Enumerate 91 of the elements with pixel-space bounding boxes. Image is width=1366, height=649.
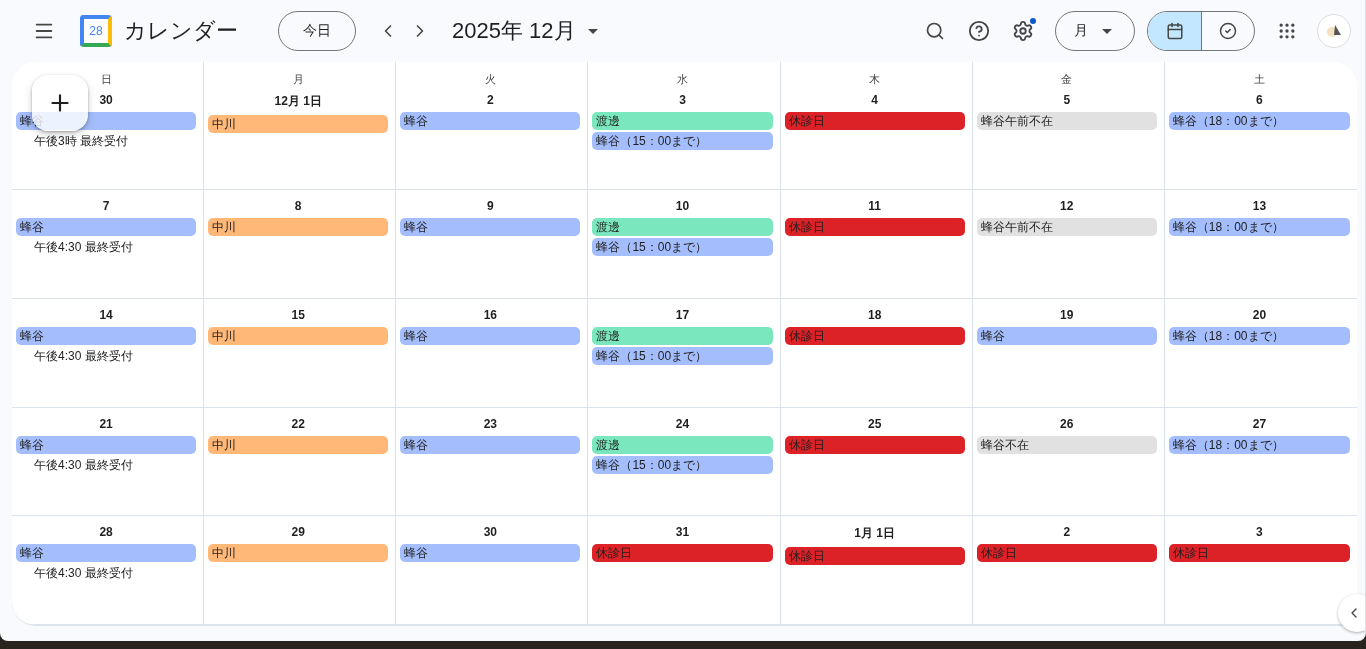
event-chip[interactable]: 蜂谷午前不在 bbox=[976, 112, 1157, 130]
event-chip[interactable]: 蜂谷（18：00まで） bbox=[1168, 326, 1350, 345]
create-button[interactable] bbox=[32, 75, 88, 131]
date-number[interactable]: 15 bbox=[291, 307, 305, 322]
date-number[interactable]: 14 bbox=[99, 307, 113, 322]
date-number[interactable]: 24 bbox=[675, 416, 690, 431]
event-note[interactable]: 午後4:30 最終受付 bbox=[16, 346, 197, 365]
view-toggle[interactable] bbox=[1148, 12, 1201, 50]
date-number[interactable]: 12 bbox=[1060, 199, 1074, 213]
event-chip[interactable]: 蜂谷（15：00まで） bbox=[592, 132, 773, 150]
date-number[interactable]: 25 bbox=[867, 416, 882, 431]
date-number[interactable]: 22 bbox=[291, 416, 305, 431]
date-number[interactable]: 30 bbox=[483, 525, 498, 540]
weekday-label: 木 bbox=[869, 72, 881, 87]
event-chip[interactable]: 中川 bbox=[208, 435, 389, 454]
event-note[interactable]: 午後4:30 最終受付 bbox=[16, 564, 197, 583]
weekday-label: 日 bbox=[100, 72, 112, 87]
event-chip[interactable]: 渡邊 bbox=[592, 435, 773, 454]
date-number[interactable]: 8 bbox=[294, 199, 302, 213]
date-number[interactable]: 19 bbox=[1060, 307, 1074, 322]
event-chip[interactable]: 中川 bbox=[208, 326, 389, 345]
avatar[interactable] bbox=[1317, 14, 1351, 48]
event-chip[interactable]: 蜂谷 bbox=[16, 544, 197, 563]
date-number[interactable]: 3 bbox=[1256, 525, 1263, 540]
search-icon bbox=[925, 21, 945, 41]
date-number[interactable]: 26 bbox=[1060, 416, 1074, 431]
apps-grid-icon bbox=[1277, 21, 1297, 41]
help-icon bbox=[968, 20, 990, 42]
date-number[interactable]: 5 bbox=[1063, 93, 1071, 107]
event-chip[interactable]: 蜂谷 bbox=[16, 218, 197, 236]
event-chip[interactable]: 蜂谷（18：00まで） bbox=[1168, 112, 1350, 130]
app-title: カレンダー bbox=[124, 17, 238, 45]
caret-icon bbox=[587, 28, 598, 34]
event-chip[interactable]: 蜂谷 bbox=[400, 218, 581, 236]
event-chip[interactable]: 蜂谷午前不在 bbox=[976, 218, 1157, 236]
period-selector[interactable]: 2025年 12月 bbox=[452, 16, 598, 46]
date-number[interactable]: 11 bbox=[868, 199, 881, 213]
event-chip[interactable]: 蜂谷 bbox=[400, 112, 581, 130]
event-chip[interactable]: 蜂谷（15：00まで） bbox=[592, 238, 773, 256]
date-number[interactable]: 28 bbox=[99, 525, 113, 540]
date-number[interactable]: 16 bbox=[483, 307, 498, 322]
weekday-label: 火 bbox=[484, 72, 496, 87]
date-number[interactable]: 4 bbox=[871, 93, 878, 107]
event-chip[interactable]: 蜂谷不在 bbox=[976, 435, 1157, 454]
weekday-label: 土 bbox=[1253, 72, 1265, 87]
date-number[interactable]: 20 bbox=[1252, 307, 1267, 322]
weekday-label: 水 bbox=[677, 72, 688, 87]
event-chip[interactable]: 蜂谷 bbox=[400, 435, 581, 454]
date-number[interactable]: 17 bbox=[675, 307, 690, 322]
event-chip[interactable]: 蜂谷 bbox=[16, 435, 197, 454]
event-chip[interactable]: 蜂谷（15：00まで） bbox=[592, 346, 773, 365]
date-number[interactable]: 3 bbox=[679, 93, 686, 107]
date-number[interactable]: 13 bbox=[1252, 199, 1267, 213]
date-number[interactable]: 1月 1日 bbox=[854, 525, 895, 543]
date-number[interactable]: 6 bbox=[1256, 93, 1263, 107]
date-number[interactable]: 21 bbox=[99, 416, 113, 431]
event-chip[interactable]: 蜂谷 bbox=[16, 326, 197, 345]
date-number[interactable]: 7 bbox=[102, 199, 110, 213]
weekday-label: 月 bbox=[292, 72, 304, 87]
date-number[interactable]: 18 bbox=[867, 307, 882, 322]
event-chip[interactable]: 渡邊 bbox=[592, 326, 773, 345]
event-note[interactable]: 午後4:30 最終受付 bbox=[16, 238, 197, 256]
date-number[interactable]: 27 bbox=[1252, 416, 1267, 431]
event-chip[interactable]: 蜂谷 bbox=[400, 326, 581, 345]
date-number[interactable]: 10 bbox=[675, 199, 690, 213]
calendar-icon bbox=[1165, 22, 1184, 40]
event-chip[interactable]: 中川 bbox=[208, 115, 389, 133]
event-chip[interactable]: 蜂谷 bbox=[976, 326, 1157, 345]
settings-icon bbox=[1012, 20, 1034, 42]
date-number[interactable]: 30 bbox=[99, 93, 113, 107]
date-number[interactable]: 2 bbox=[487, 93, 494, 107]
date-number[interactable]: 12月 1日 bbox=[274, 93, 322, 110]
event-chip[interactable]: 蜂谷（18：00まで） bbox=[1168, 218, 1350, 236]
date-number[interactable]: 23 bbox=[483, 416, 498, 431]
calendar-logo: 28 bbox=[80, 15, 112, 47]
event-chip[interactable]: 中川 bbox=[208, 218, 389, 236]
event-chip[interactable]: 蜂谷（18：00まで） bbox=[1168, 435, 1350, 454]
event-chip[interactable]: 蜂谷（15：00まで） bbox=[592, 455, 773, 474]
weekday-label: 金 bbox=[1061, 72, 1073, 87]
date-number[interactable]: 29 bbox=[291, 525, 305, 540]
event-chip[interactable]: 渡邊 bbox=[592, 218, 773, 236]
caret-icon bbox=[1102, 28, 1112, 34]
date-number[interactable]: 9 bbox=[487, 199, 494, 213]
event-note[interactable]: 午後4:30 最終受付 bbox=[16, 455, 197, 474]
event-note[interactable]: 午後3時 最終受付 bbox=[16, 132, 197, 150]
check-circle-icon bbox=[1219, 22, 1237, 40]
date-number[interactable]: 2 bbox=[1063, 525, 1071, 540]
event-chip[interactable]: 蜂谷 bbox=[400, 544, 581, 563]
event-chip[interactable]: 中川 bbox=[208, 544, 389, 563]
event-chip[interactable]: 渡邊 bbox=[592, 112, 773, 130]
date-number[interactable]: 31 bbox=[675, 525, 690, 540]
